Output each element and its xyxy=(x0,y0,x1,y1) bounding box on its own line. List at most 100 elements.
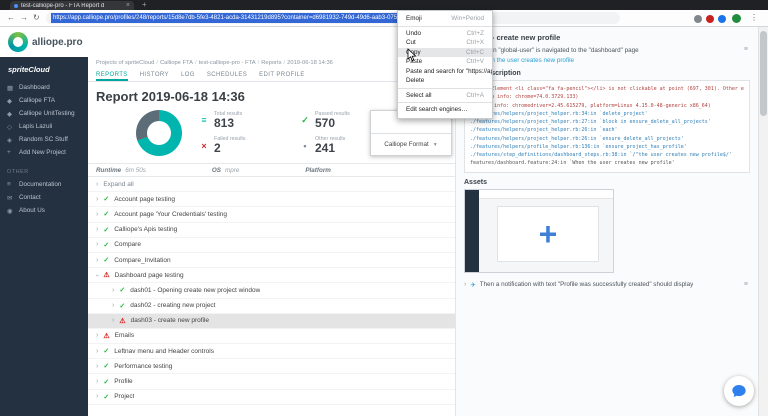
sidebar-item-label: Contact xyxy=(19,194,41,201)
suite-row[interactable]: › ✓ Project xyxy=(88,390,455,405)
passed-icon: ✓ xyxy=(103,257,110,265)
scenario-row-selected[interactable]: › ⚠ dash03 - create new profile xyxy=(88,313,455,329)
step-given[interactable]: › ✓ Given "global-user" is navigated to … xyxy=(464,46,750,54)
tab-edit-profile[interactable]: EDIT PROFILE xyxy=(259,72,305,81)
scenario-detail-panel: dash03 - create new profile › ✓ Given "g… xyxy=(455,27,758,416)
extension-icon-2[interactable] xyxy=(706,15,714,23)
tab-close-icon[interactable]: × xyxy=(126,2,130,10)
sidebar-section-other: OTHER xyxy=(7,169,29,175)
sidebar-item-dashboard[interactable]: ▦ Dashboard xyxy=(0,81,88,94)
stat-value: 570 xyxy=(315,115,336,130)
reload-icon[interactable]: ↻ xyxy=(33,13,40,22)
thumbnail-sidebar xyxy=(465,189,479,272)
menu-item-cut[interactable]: Cut Ctrl+X xyxy=(398,38,492,48)
dashboard-icon: ▦ xyxy=(7,84,14,92)
scenario-row[interactable]: › ✓ dash02 - creating new project xyxy=(88,299,455,314)
menu-item-undo[interactable]: Undo Ctrl+Z xyxy=(398,29,492,39)
error-line: ./features/step_definitions/dashboard_st… xyxy=(470,152,732,158)
failed-icon: ⚠ xyxy=(103,272,110,280)
suite-row[interactable]: › ✓ Compare xyxy=(88,238,455,253)
export-option-calliope-format[interactable]: Calliope Format ▼ xyxy=(371,133,451,155)
step-send-icon: ✈ xyxy=(470,281,476,289)
chevron-right-icon: › xyxy=(96,241,99,249)
suite-row[interactable]: › ✓ Performance testing xyxy=(88,359,455,375)
suite-row[interactable]: › ✓ Account page 'Your Credentials' testin… xyxy=(88,207,455,223)
breadcrumb-item[interactable]: Reports xyxy=(261,60,281,66)
failed-icon: ⚠ xyxy=(119,317,126,325)
back-icon[interactable]: ← xyxy=(7,13,15,22)
browser-menu-icon[interactable]: ⋮ xyxy=(750,13,758,22)
step-menu-icon[interactable]: ≡ xyxy=(744,46,748,53)
menu-item-delete[interactable]: Delete xyxy=(398,76,492,86)
suite-row[interactable]: › ✓ Leftnav menu and Header controls xyxy=(88,344,455,360)
menu-separator xyxy=(398,102,492,103)
chat-widget-button[interactable] xyxy=(724,376,754,406)
sidebar-item-random-sc-stuff[interactable]: ◈ Random SC Stuff xyxy=(0,133,88,146)
tab-reports[interactable]: REPORTS xyxy=(96,72,128,81)
suite-row-expanded[interactable]: › ⚠ Dashboard page testing xyxy=(88,268,455,284)
breadcrumb-item[interactable]: test-calliope-pro - FTA xyxy=(199,60,256,66)
thumbnail-topbar xyxy=(479,189,613,199)
chevron-down-icon: › xyxy=(93,274,101,277)
breadcrumb-item[interactable]: Projects of spriteCloud xyxy=(96,60,154,66)
sidebar-item-label: Documentation xyxy=(19,181,62,188)
new-tab-button[interactable]: + xyxy=(142,0,147,10)
project-icon: ◆ xyxy=(7,110,12,118)
chevron-right-icon: › xyxy=(96,210,99,218)
scenario-row[interactable]: › ✓ dash01 - Opening create new project wi… xyxy=(88,283,455,299)
menu-item-select-all[interactable]: Select all Ctrl+A xyxy=(398,91,492,101)
tab-log[interactable]: LOG xyxy=(181,72,195,81)
page-scrollbar[interactable] xyxy=(758,27,768,416)
sidebar-item-add-new-project[interactable]: + Add New Project xyxy=(0,146,88,159)
breadcrumb-separator: / xyxy=(257,60,260,66)
calliope-logo-icon xyxy=(8,32,28,52)
caret-down-icon: ▼ xyxy=(432,141,438,148)
expand-all-button[interactable]: › Expand all xyxy=(88,177,455,193)
sidebar-item-label: Calliope FTA xyxy=(19,97,55,104)
browser-tab[interactable]: test-calliope-pro - FTA Report d × xyxy=(10,1,134,10)
suite-row[interactable]: › ✓ Calliope's Apis testing xyxy=(88,223,455,238)
tab-history[interactable]: HISTORY xyxy=(140,72,169,81)
suite-row[interactable]: › ✓ Compare_Invitation xyxy=(88,253,455,269)
scrollbar-thumb[interactable] xyxy=(760,31,767,116)
suite-row[interactable]: › ✓ Account page testing xyxy=(88,192,455,208)
tab-schedules[interactable]: SCHEDULES xyxy=(207,72,247,81)
sidebar-item-label: Calliope UnitTesting xyxy=(19,110,75,117)
sidebar-item-lapis-lazuli[interactable]: ◇ Lapis Lazuli xyxy=(0,120,88,133)
breadcrumb-separator: / xyxy=(283,60,286,66)
sidebar-item-documentation[interactable]: ≡ Documentation xyxy=(0,178,88,191)
sidebar-item-calliope-fta[interactable]: ◆ Calliope FTA xyxy=(0,94,88,107)
address-bar[interactable]: https://app.calliope.pro/profiles/248/re… xyxy=(46,12,620,24)
sidebar-item-about-us[interactable]: ◉ About Us xyxy=(0,204,88,217)
sidebar-item-contact[interactable]: ✉ Contact xyxy=(0,191,88,204)
chevron-right-icon: › xyxy=(96,332,99,340)
asset-screenshot-thumbnail[interactable]: + xyxy=(464,188,614,273)
step-when[interactable]: › × When the user creates new profile xyxy=(464,57,750,64)
forward-icon[interactable]: → xyxy=(20,13,28,22)
profile-avatar[interactable] xyxy=(732,14,741,23)
suite-row[interactable]: › ⚠ Emails xyxy=(88,329,455,345)
breadcrumb-item[interactable]: Calliope FTA xyxy=(160,60,193,66)
chevron-right-icon: › xyxy=(112,317,115,325)
chevron-right-icon: › xyxy=(96,378,99,386)
step-then[interactable]: › ✈ Then a notification with text "Profi… xyxy=(464,281,750,289)
sidebar-item-calliope-unittesting[interactable]: ◆ Calliope UnitTesting xyxy=(0,107,88,120)
extension-icon-1[interactable] xyxy=(694,15,702,23)
error-description-label: Error description xyxy=(464,70,521,77)
tab-favicon-icon xyxy=(14,3,18,8)
error-line: Error: Element <li class="fa fa-pencil">… xyxy=(470,86,744,92)
menu-item-edit-search-engines[interactable]: Edit search engines… xyxy=(398,105,492,115)
bookmark-star-icon[interactable]: ☆ xyxy=(135,14,141,22)
suite-row[interactable]: › ✓ Profile xyxy=(88,374,455,390)
step-menu-icon[interactable]: ≡ xyxy=(744,281,748,288)
chevron-right-icon: › xyxy=(96,195,99,203)
menu-item-emoji[interactable]: Emoji Win+Period xyxy=(398,14,492,24)
runtime-label: Runtime xyxy=(96,166,122,174)
stats-grid: ≡ Total results 813 ✓ Passed results 570 ×… xyxy=(198,111,394,155)
plus-icon: + xyxy=(538,215,558,252)
tab-title: test-calliope-pro - FTA Report d xyxy=(21,2,105,9)
menu-item-paste-and-search[interactable]: Paste and search for "https://app…" xyxy=(398,67,492,77)
total-results-icon: ≡ xyxy=(201,115,207,126)
failed-icon: ⚠ xyxy=(103,332,110,340)
extension-icon-3[interactable] xyxy=(718,15,726,23)
